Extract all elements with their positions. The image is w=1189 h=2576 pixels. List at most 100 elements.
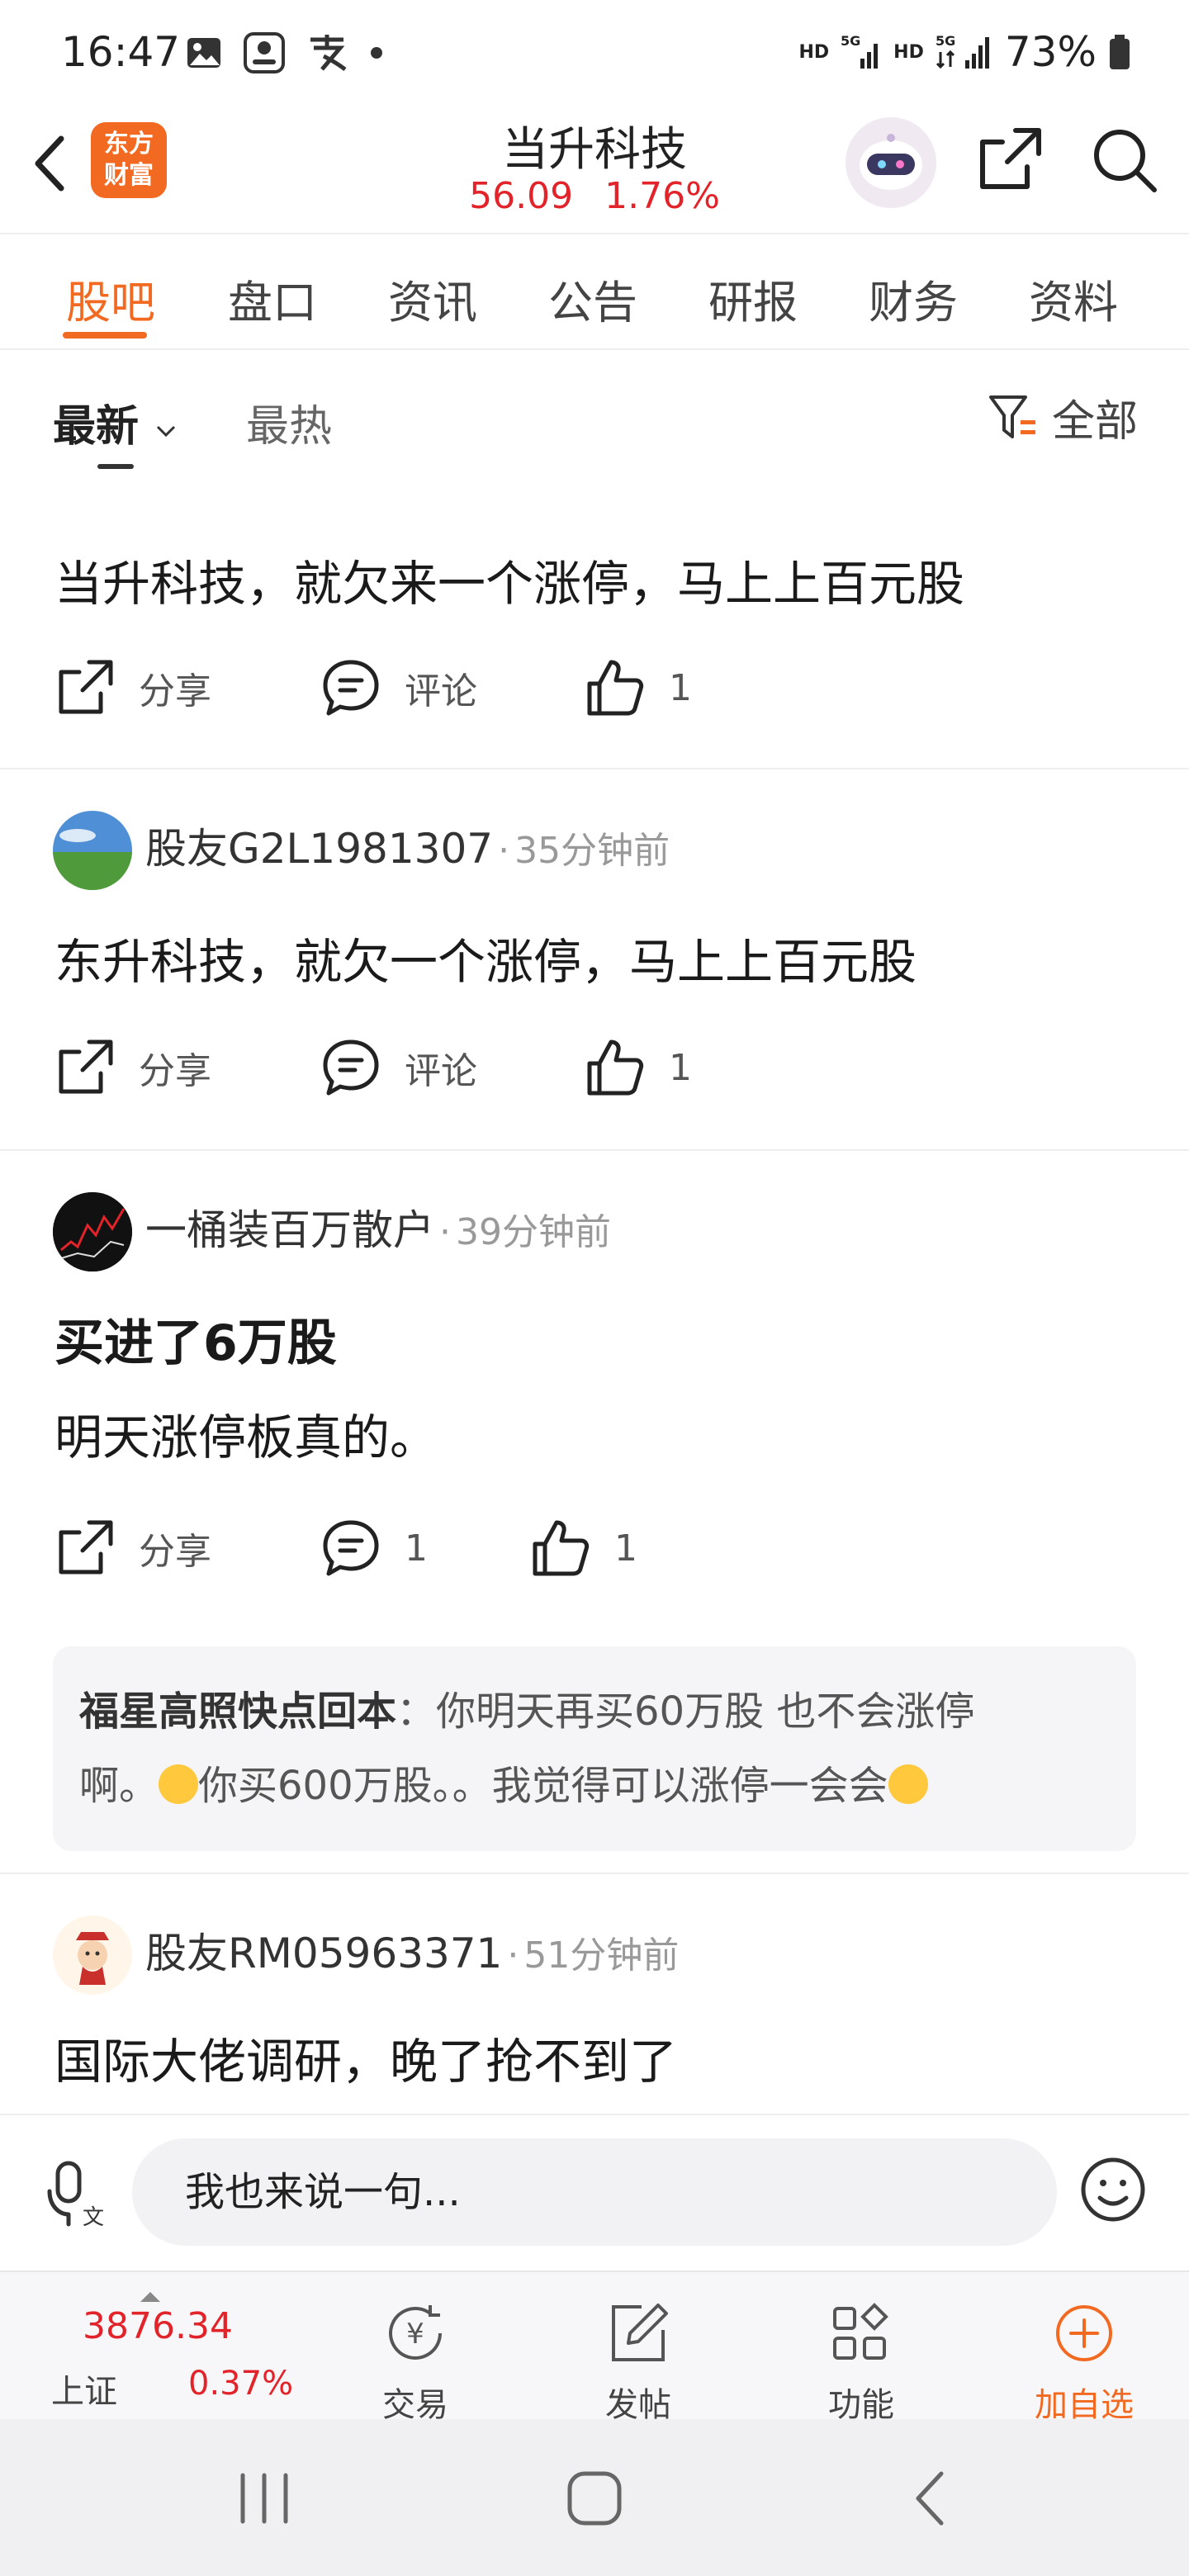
post-feed[interactable]: 当升科技，就欠来一个涨停，马上上百元股 分享 评论 1 股友G2L1981307… [0, 462, 1189, 2114]
share-icon [59, 1039, 113, 1094]
nav-trade[interactable]: ¥ 交易 [345, 2289, 486, 2424]
filter-all-label: 全部 [1051, 397, 1138, 447]
nav-post[interactable]: 发帖 [568, 2289, 708, 2424]
post-author-line: 股友G2L1981307 · 35分钟前 [145, 825, 670, 873]
tab-announcements[interactable]: 公告 [548, 266, 637, 331]
signal-icon-2: 5G [936, 34, 989, 69]
post-text: 东升科技，就欠一个涨停，马上上百元股 [54, 934, 917, 990]
laughing-emoji-icon [888, 1764, 928, 1804]
system-back-icon[interactable] [905, 2467, 955, 2530]
recent-apps-icon[interactable] [231, 2467, 297, 2530]
comment-action[interactable]: 评论 [320, 657, 477, 718]
tab-profile[interactable]: 资料 [1029, 266, 1118, 331]
tab-guba[interactable]: 股吧 [66, 266, 155, 331]
gallery-icon [187, 38, 220, 68]
share-action[interactable]: 分享 [54, 657, 211, 718]
svg-text:¥: ¥ [406, 2318, 424, 2351]
share-action[interactable]: 分享 [54, 1518, 211, 1579]
filter-latest[interactable]: 最新 [53, 391, 178, 453]
share-icon [59, 660, 113, 714]
reply-line1: ：你明天再买60万股 也不会涨停 [396, 1688, 975, 1735]
avatar[interactable] [53, 1192, 132, 1271]
like-action[interactable]: 1 [530, 1518, 637, 1579]
post-item[interactable]: 股友RM05963371 · 51分钟前 国际大佬调研，晚了抢不到了 [0, 1874, 1189, 2114]
expand-arrow-icon[interactable] [140, 2292, 160, 2302]
network-label: HD [798, 41, 830, 63]
filter-all[interactable]: 全部 [988, 386, 1138, 448]
notification-icons [185, 31, 385, 74]
reply-user[interactable]: 福星高照快点回本 [79, 1688, 396, 1735]
post-text: 当升科技，就欠来一个涨停，马上上百元股 [54, 556, 965, 612]
battery-percent: 73% [1004, 28, 1097, 76]
avatar[interactable] [53, 1915, 132, 1995]
app-notification-icon [244, 32, 285, 73]
like-action[interactable]: 1 [585, 657, 692, 718]
thumbs-up-icon [587, 660, 644, 716]
share-label: 分享 [139, 1050, 211, 1092]
functions-grid-icon [833, 2303, 888, 2360]
post-item[interactable]: 当升科技，就欠来一个涨停，马上上百元股 分享 评论 1 [0, 462, 1189, 769]
scroll-edge-indicator [97, 464, 134, 469]
post-author-line: 一桶装百万散户 · 39分钟前 [145, 1206, 611, 1254]
tab-news[interactable]: 资讯 [388, 266, 477, 331]
author-name[interactable]: 股友RM05963371 [145, 1930, 502, 1977]
active-tab-indicator [63, 332, 147, 339]
comment-input[interactable]: 我也来说一句... [132, 2138, 1057, 2246]
comment-count: 1 [405, 1527, 428, 1570]
index-value[interactable]: 3876.34 [83, 2305, 233, 2347]
nav-functions[interactable]: 功能 [791, 2289, 931, 2424]
svg-text:5G: 5G [936, 34, 955, 49]
thumbs-up-icon [587, 1039, 644, 1096]
comment-label: 评论 [405, 1050, 477, 1092]
tab-bar: 股吧 盘口 资讯 公告 研报 财务 资料 [0, 234, 1189, 350]
svg-text:文: 文 [83, 2205, 104, 2228]
alipay-icon [310, 35, 347, 72]
trade-yen-icon: ¥ [389, 2305, 442, 2360]
author-name[interactable]: 一桶装百万散户 [145, 1206, 434, 1254]
avatar[interactable] [53, 811, 132, 890]
reply-line2a: 啊。 [79, 1763, 159, 1809]
stock-change-pct: 1.76% [604, 175, 720, 217]
add-circle-icon [1056, 2305, 1112, 2361]
index-name: 上证 [51, 2373, 117, 2411]
reply-preview[interactable]: 福星高照快点回本：你明天再买60万股 也不会涨停 啊。 你买600万股。。我觉得可… [53, 1646, 1136, 1851]
edit-post-icon [612, 2304, 668, 2361]
status-bar: 16:47 HD 5G HD 5G 73% [0, 0, 1189, 107]
svg-text:5G: 5G [841, 34, 860, 49]
post-time: 51分钟前 [523, 1934, 680, 1977]
search-icon[interactable] [1088, 124, 1159, 195]
like-count: 1 [669, 666, 692, 709]
dot-icon [371, 47, 382, 59]
tab-finance[interactable]: 财务 [869, 266, 958, 331]
comment-bubble-icon [323, 660, 379, 716]
share-action[interactable]: 分享 [54, 1037, 211, 1098]
comment-label: 评论 [405, 670, 477, 713]
like-count: 1 [614, 1527, 637, 1570]
assistant-robot-icon[interactable] [846, 117, 936, 208]
filter-icon [988, 395, 1035, 438]
nav-add-watchlist[interactable]: 加自选 [1014, 2289, 1154, 2424]
comment-action[interactable]: 1 [320, 1518, 428, 1579]
voice-input-icon[interactable]: 文 [45, 2158, 107, 2228]
tab-research[interactable]: 研报 [708, 266, 798, 331]
chevron-down-icon [157, 425, 176, 438]
share-icon[interactable] [974, 124, 1045, 195]
post-author-line: 股友RM05963371 · 51分钟前 [145, 1930, 680, 1977]
filter-hot[interactable]: 最热 [246, 391, 332, 453]
like-action[interactable]: 1 [585, 1037, 692, 1098]
post-title: 买进了6万股 [54, 1314, 337, 1372]
status-time: 16:47 [61, 28, 181, 76]
battery-icon [1110, 35, 1130, 69]
tab-pankou[interactable]: 盘口 [228, 266, 317, 331]
post-item[interactable]: 股友G2L1981307 · 35分钟前 东升科技，就欠一个涨停，马上上百元股 分享… [0, 769, 1189, 1151]
post-text: 明天涨停板真的。 [54, 1409, 438, 1466]
emoji-icon[interactable] [1078, 2155, 1148, 2224]
post-text: 国际大佬调研，晚了抢不到了 [54, 2034, 678, 2090]
author-name[interactable]: 股友G2L1981307 [145, 825, 493, 873]
post-item[interactable]: 一桶装百万散户 · 39分钟前 买进了6万股 明天涨停板真的。 分享 1 1 福星高… [0, 1151, 1189, 1874]
comment-bar: 文 我也来说一句... [0, 2114, 1189, 2271]
share-label: 分享 [139, 1531, 211, 1573]
comment-action[interactable]: 评论 [320, 1037, 477, 1098]
home-icon[interactable] [563, 2467, 626, 2530]
reply-line2b: 你买600万股。。我觉得可以涨停一会会 [198, 1763, 888, 1809]
